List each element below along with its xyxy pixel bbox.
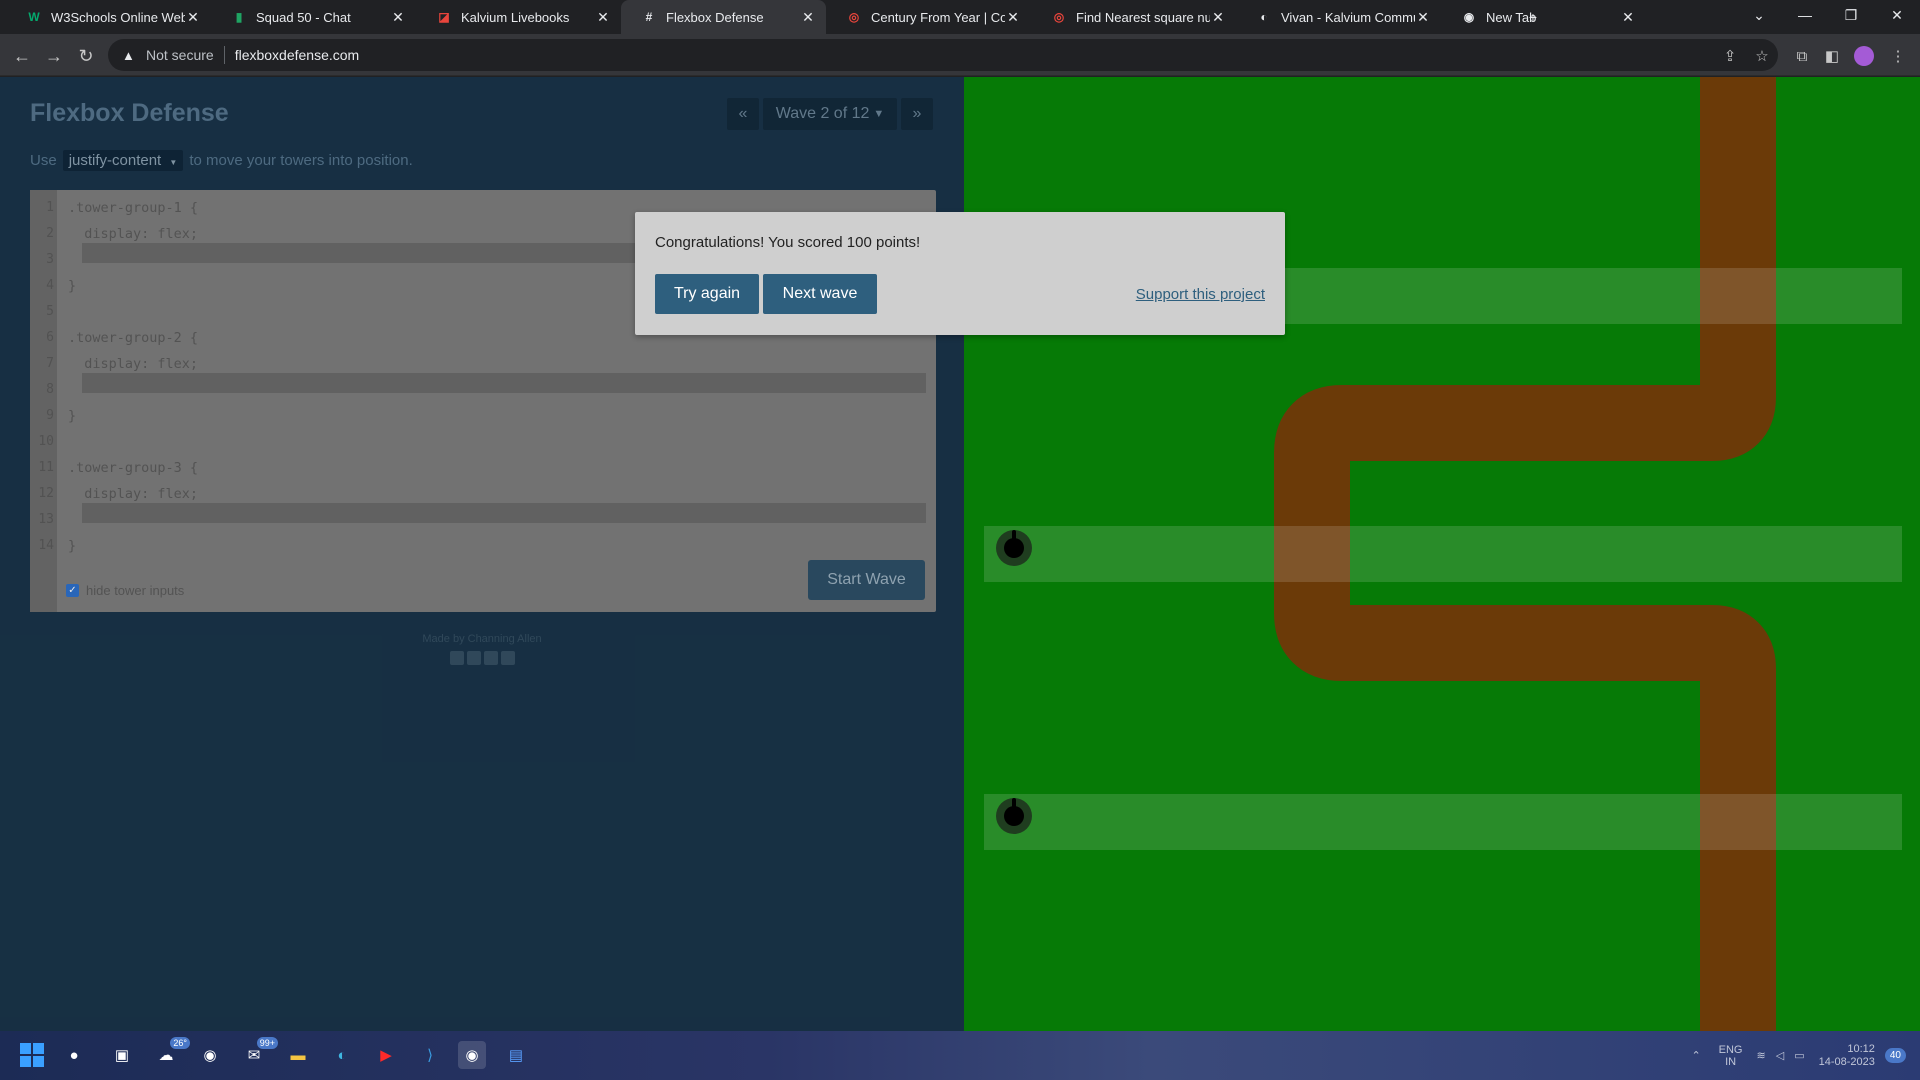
teams-badge: 99+ bbox=[256, 1037, 278, 1049]
browser-tab[interactable]: ▮ Squad 50 - Chat ✕ bbox=[211, 0, 416, 34]
browser-tab[interactable]: ◐ Vivan - Kalvium Communit✕ bbox=[1236, 0, 1441, 34]
bookmark-star-icon[interactable]: ☆ bbox=[1750, 44, 1774, 68]
weather-icon[interactable]: ☁ 26° bbox=[152, 1037, 190, 1069]
browser-tab[interactable]: ◎ Century From Year | Codew✕ bbox=[826, 0, 1031, 34]
new-tab-button[interactable]: + bbox=[1510, 2, 1556, 32]
tab-title: W3Schools Online Web Tu bbox=[51, 9, 185, 25]
tab-title: Find Nearest square numb bbox=[1076, 9, 1210, 25]
close-window-button[interactable]: ✕ bbox=[1874, 0, 1920, 30]
language-code: ENG bbox=[1718, 1043, 1743, 1056]
hash-icon: # bbox=[645, 10, 653, 24]
address-bar[interactable]: ▲ Not secure flexboxdefense.com bbox=[108, 39, 1778, 71]
vscode-icon[interactable]: ⟩ bbox=[416, 1041, 444, 1069]
url-text[interactable]: flexboxdefense.com bbox=[235, 47, 360, 63]
chevron-up-icon[interactable]: ⌃ bbox=[1691, 1049, 1700, 1062]
windows-start-icon[interactable] bbox=[18, 1041, 46, 1069]
close-tab-icon[interactable]: ✕ bbox=[1620, 9, 1636, 26]
wifi-icon[interactable]: ≋ bbox=[1757, 1049, 1766, 1062]
close-tab-icon[interactable]: ✕ bbox=[1005, 9, 1021, 26]
region-code: IN bbox=[1725, 1055, 1737, 1068]
browser-tab[interactable]: # Flexbox Defense ✕ bbox=[621, 0, 826, 34]
close-tab-icon[interactable]: ✕ bbox=[390, 9, 406, 26]
system-tray: ⌃ ENG IN ≋ ◁ ▭ 10:12 14-08-2023 40 bbox=[1691, 1031, 1920, 1080]
teams-chat-icon[interactable]: ◉ bbox=[196, 1041, 224, 1069]
warning-icon: ▲ bbox=[122, 47, 135, 63]
divider bbox=[223, 46, 225, 64]
security-label: Not secure bbox=[146, 47, 214, 63]
close-tab-icon[interactable]: ✕ bbox=[800, 9, 816, 26]
browser-tab[interactable]: W W3Schools Online Web Tu✕ bbox=[6, 0, 211, 34]
side-panel-icon[interactable]: ◧ bbox=[1820, 44, 1844, 68]
tower[interactable] bbox=[996, 798, 1032, 834]
kalvium-icon: ◪ bbox=[438, 10, 450, 24]
tab-title: Vivan - Kalvium Communit bbox=[1281, 9, 1415, 25]
reload-icon[interactable]: ↻ bbox=[72, 42, 100, 70]
language-indicator[interactable]: ENG IN bbox=[1719, 1044, 1743, 1068]
tower-row-2 bbox=[984, 526, 1902, 582]
support-project-link[interactable]: Support this project bbox=[1136, 286, 1265, 303]
browser-tab-strip: WW3Schools Online Web Tu✕▮Squad 50 - Cha… bbox=[0, 0, 1920, 34]
browser-tab[interactable]: ◎ Find Nearest square numb✕ bbox=[1031, 0, 1236, 34]
tower-row-3 bbox=[984, 794, 1902, 850]
minimize-button[interactable]: — bbox=[1782, 0, 1828, 30]
page-content: Flexbox Defense « Wave 2 of 12 ▼ » Use j… bbox=[0, 77, 1920, 1031]
notepad-icon[interactable]: ▤ bbox=[502, 1041, 530, 1069]
teams-icon[interactable]: ✉ 99+ bbox=[240, 1037, 278, 1069]
edge-icon[interactable]: ◐ bbox=[328, 1041, 356, 1069]
tab-title: Flexbox Defense bbox=[666, 9, 764, 25]
forward-icon[interactable]: → bbox=[40, 42, 68, 70]
tower[interactable] bbox=[996, 530, 1032, 566]
close-tab-icon[interactable]: ✕ bbox=[1210, 9, 1226, 26]
try-again-button[interactable]: Try again bbox=[655, 274, 759, 314]
close-tab-icon[interactable]: ✕ bbox=[1415, 9, 1431, 26]
chrome-icon: ◉ bbox=[1463, 10, 1475, 24]
notification-badge[interactable]: 40 bbox=[1884, 1048, 1906, 1063]
clock-date: 14-08-2023 bbox=[1818, 1055, 1875, 1068]
extensions-icon[interactable]: ⧉ bbox=[1790, 44, 1814, 68]
share-icon[interactable]: ⇪ bbox=[1718, 44, 1742, 68]
chrome-icon[interactable]: ◉ bbox=[458, 1041, 486, 1069]
w3schools-icon: W bbox=[28, 10, 40, 24]
file-explorer-icon[interactable]: ▬ bbox=[284, 1041, 312, 1069]
codewars-icon: ◎ bbox=[1053, 10, 1065, 24]
score-message: Congratulations! You scored 100 points! bbox=[655, 234, 921, 251]
tab-title: Squad 50 - Chat bbox=[256, 9, 351, 25]
close-tab-icon[interactable]: ✕ bbox=[185, 9, 201, 26]
back-icon[interactable]: ← bbox=[8, 42, 36, 70]
task-view-icon[interactable]: ▣ bbox=[108, 1041, 136, 1069]
tab-title: Kalvium Livebooks bbox=[461, 9, 570, 25]
restore-button[interactable]: ❐ bbox=[1828, 0, 1874, 30]
score-dialog: Congratulations! You scored 100 points! … bbox=[635, 212, 1285, 335]
tab-search-icon[interactable]: ⌄ bbox=[1736, 0, 1782, 30]
search-icon[interactable]: ● bbox=[60, 1041, 88, 1069]
close-tab-icon[interactable]: ✕ bbox=[595, 9, 611, 26]
windows-taskbar: ● ▣ ☁ 26° ◉ ✉ 99+ ▬ ◐ ▶ ⟩ ◉ ▤ ⌃ ENG IN ≋ ◁… bbox=[0, 1031, 1920, 1080]
volume-icon[interactable]: ◁ bbox=[1776, 1049, 1784, 1062]
next-wave-button[interactable]: Next wave bbox=[763, 274, 877, 314]
codewars-icon: ◎ bbox=[848, 10, 860, 24]
browser-tab[interactable]: ◪ Kalvium Livebooks ✕ bbox=[416, 0, 621, 34]
youtube-icon[interactable]: ▶ bbox=[372, 1041, 400, 1069]
battery-icon[interactable]: ▭ bbox=[1794, 1049, 1804, 1062]
profile-avatar[interactable] bbox=[1852, 44, 1876, 68]
tab-title: Century From Year | Codew bbox=[871, 9, 1005, 25]
clock-time: 10:12 bbox=[1847, 1042, 1875, 1055]
kalvium-community-icon: ◐ bbox=[1260, 10, 1268, 24]
chat-icon: ▮ bbox=[235, 10, 243, 24]
clock[interactable]: 10:12 14-08-2023 bbox=[1819, 1043, 1875, 1069]
weather-badge: 26° bbox=[170, 1037, 190, 1049]
menu-kebab-icon[interactable]: ⋮ bbox=[1886, 44, 1910, 68]
address-toolbar: ← → ↻ ▲ Not secure flexboxdefense.com ⇪ … bbox=[0, 34, 1920, 76]
